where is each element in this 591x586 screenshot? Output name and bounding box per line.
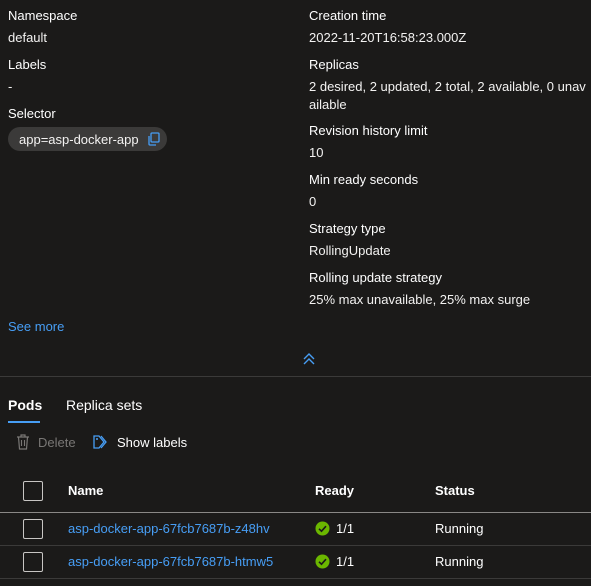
- show-labels-button[interactable]: Show labels: [93, 432, 187, 452]
- creation-time-value: 2022-11-20T16:58:23.000Z: [309, 30, 467, 45]
- check-circle-icon: [315, 554, 330, 569]
- select-all-checkbox[interactable]: [23, 481, 43, 501]
- column-header-name[interactable]: Name: [68, 483, 103, 498]
- column-header-ready[interactable]: Ready: [315, 483, 354, 498]
- selector-pill: app=asp-docker-app: [8, 127, 167, 151]
- copy-icon[interactable]: [147, 132, 161, 146]
- rolling-update-strategy-label: Rolling update strategy: [309, 270, 442, 285]
- section-divider: [0, 376, 591, 377]
- labels-value: -: [8, 79, 13, 94]
- rolling-update-strategy-value: 25% max unavailable, 25% max surge: [309, 292, 531, 307]
- header-divider: [0, 512, 591, 513]
- status-cell: Running: [435, 521, 484, 536]
- strategy-type-value: RollingUpdate: [309, 243, 391, 258]
- pod-name-link[interactable]: asp-docker-app-67fcb7687b-z48hv: [68, 521, 270, 536]
- status-cell: Running: [435, 554, 484, 569]
- tab-pods[interactable]: Pods: [8, 397, 42, 413]
- column-header-status[interactable]: Status: [435, 483, 475, 498]
- row-checkbox[interactable]: [23, 552, 43, 572]
- check-circle-icon: [315, 521, 330, 536]
- tag-icon: [93, 434, 109, 450]
- namespace-label: Namespace: [8, 8, 78, 23]
- ready-cell: 1/1: [315, 554, 354, 569]
- revision-history-limit-label: Revision history limit: [309, 123, 428, 138]
- tab-replica-sets[interactable]: Replica sets: [66, 397, 142, 413]
- see-more-link[interactable]: See more: [8, 319, 64, 334]
- pod-name-link[interactable]: asp-docker-app-67fcb7687b-htmw5: [68, 554, 273, 569]
- revision-history-limit-value: 10: [309, 145, 324, 160]
- delete-label: Delete: [38, 434, 76, 450]
- row-divider: [0, 545, 591, 546]
- show-labels-label: Show labels: [117, 434, 188, 450]
- min-ready-seconds-label: Min ready seconds: [309, 172, 419, 187]
- replicas-label: Replicas: [309, 57, 359, 72]
- ready-value: 1/1: [336, 521, 355, 536]
- trash-icon: [16, 434, 30, 450]
- labels-label: Labels: [8, 57, 47, 72]
- active-tab-indicator: [8, 421, 40, 423]
- min-ready-seconds-value: 0: [309, 194, 317, 209]
- ready-value: 1/1: [336, 554, 355, 569]
- delete-button[interactable]: Delete: [16, 432, 76, 452]
- namespace-value: default: [8, 30, 48, 45]
- ready-cell: 1/1: [315, 521, 354, 536]
- selector-label: Selector: [8, 106, 56, 121]
- row-checkbox[interactable]: [23, 519, 43, 539]
- creation-time-label: Creation time: [309, 8, 387, 23]
- chevron-double-up-icon[interactable]: [302, 352, 316, 366]
- selector-value: app=asp-docker-app: [19, 131, 139, 147]
- replicas-value: 2 desired, 2 updated, 2 total, 2 availab…: [309, 79, 586, 112]
- strategy-type-label: Strategy type: [309, 221, 386, 236]
- row-divider: [0, 578, 591, 579]
